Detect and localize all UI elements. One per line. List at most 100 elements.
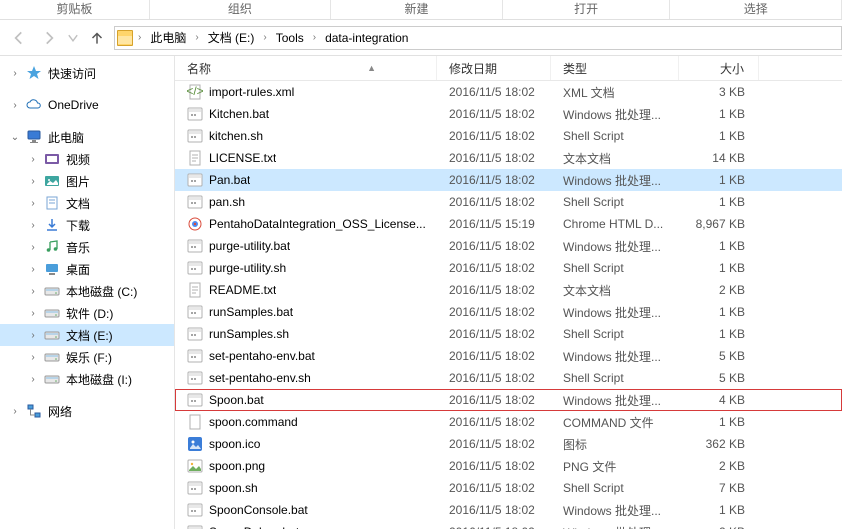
- nav-recent-dropdown[interactable]: [66, 25, 80, 51]
- file-row[interactable]: README.txt2016/11/5 18:02文本文档2 KB: [175, 279, 842, 301]
- sidebar-item-drive[interactable]: › 文档 (E:): [0, 324, 174, 346]
- chevron-right-icon[interactable]: ›: [135, 32, 144, 43]
- chevron-right-icon[interactable]: ›: [28, 242, 38, 253]
- xml-file-icon: [187, 84, 203, 100]
- sidebar-network[interactable]: › 网络: [0, 400, 174, 422]
- file-row[interactable]: spoon.png2016/11/5 18:02PNG 文件2 KB: [175, 455, 842, 477]
- ribbon-group-select: 选择: [744, 0, 768, 19]
- breadcrumb-bar[interactable]: › 此电脑 › 文档 (E:) › Tools › data-integrati…: [114, 26, 842, 50]
- chevron-right-icon[interactable]: ›: [260, 32, 269, 43]
- file-row[interactable]: set-pentaho-env.sh2016/11/5 18:02Shell S…: [175, 367, 842, 389]
- chevron-right-icon[interactable]: ›: [28, 330, 38, 341]
- file-name: purge-utility.bat: [209, 239, 290, 253]
- sidebar-item-music[interactable]: ›音乐: [0, 236, 174, 258]
- file-date: 2016/11/5 15:19: [437, 217, 551, 231]
- nav-back-button[interactable]: [6, 25, 32, 51]
- file-date: 2016/11/5 18:02: [437, 305, 551, 319]
- ribbon-group-open: 打开: [574, 0, 598, 19]
- file-row[interactable]: purge-utility.sh2016/11/5 18:02Shell Scr…: [175, 257, 842, 279]
- file-name: Pan.bat: [209, 173, 250, 187]
- chevron-right-icon[interactable]: ›: [10, 406, 20, 417]
- file-size: 1 KB: [679, 239, 759, 253]
- cloud-icon: [26, 97, 42, 113]
- file-row[interactable]: runSamples.bat2016/11/5 18:02Windows 批处理…: [175, 301, 842, 323]
- col-header-date[interactable]: 修改日期: [437, 56, 551, 80]
- sidebar-item-drive[interactable]: ›娱乐 (F:): [0, 346, 174, 368]
- file-row[interactable]: PentahoDataIntegration_OSS_License...201…: [175, 213, 842, 235]
- sidebar-item-video[interactable]: ›视频: [0, 148, 174, 170]
- bat-file-icon: [187, 238, 203, 254]
- file-row[interactable]: spoon.command2016/11/5 18:02COMMAND 文件1 …: [175, 411, 842, 433]
- sidebar-item-desktop[interactable]: › 桌面: [0, 258, 174, 280]
- file-size: 5 KB: [679, 371, 759, 385]
- chevron-right-icon[interactable]: ›: [28, 264, 38, 275]
- file-row[interactable]: purge-utility.bat2016/11/5 18:02Windows …: [175, 235, 842, 257]
- drive-icon: [44, 283, 60, 299]
- sidebar-item-label: 文档 (E:): [66, 327, 113, 344]
- file-row[interactable]: Spoon.bat2016/11/5 18:02Windows 批处理...4 …: [175, 389, 842, 411]
- address-bar: › 此电脑 › 文档 (E:) › Tools › data-integrati…: [0, 20, 842, 56]
- sidebar-item-documents[interactable]: ›文档: [0, 192, 174, 214]
- chevron-right-icon[interactable]: ›: [28, 154, 38, 165]
- pictures-icon: [44, 173, 60, 189]
- sidebar-this-pc[interactable]: ⌄ 此电脑: [0, 126, 174, 148]
- file-name: spoon.png: [209, 459, 265, 473]
- file-row[interactable]: set-pentaho-env.bat2016/11/5 18:02Window…: [175, 345, 842, 367]
- col-header-name[interactable]: 名称▲: [175, 56, 437, 80]
- breadcrumb-current[interactable]: data-integration: [321, 27, 412, 49]
- file-size: 4 KB: [679, 393, 759, 407]
- file-type: COMMAND 文件: [551, 414, 679, 431]
- breadcrumb-tools[interactable]: Tools: [272, 27, 308, 49]
- file-name: SpoonDebug.bat: [209, 525, 299, 529]
- col-header-size[interactable]: 大小: [679, 56, 759, 80]
- file-row[interactable]: SpoonDebug.bat2016/11/5 18:02Windows 批处理…: [175, 521, 842, 529]
- chevron-right-icon[interactable]: ›: [28, 374, 38, 385]
- sidebar-item-label: 桌面: [66, 261, 90, 278]
- chevron-right-icon[interactable]: ›: [28, 220, 38, 231]
- breadcrumb-pc[interactable]: 此电脑: [146, 27, 190, 49]
- sidebar-item-drive[interactable]: ›本地磁盘 (I:): [0, 368, 174, 390]
- sidebar-quick-access[interactable]: › 快速访问: [0, 62, 174, 84]
- file-name: runSamples.sh: [209, 327, 289, 341]
- folder-icon: [117, 30, 133, 46]
- file-date: 2016/11/5 18:02: [437, 129, 551, 143]
- bat-file-icon: [187, 172, 203, 188]
- sidebar-item-drive[interactable]: ›本地磁盘 (C:): [0, 280, 174, 302]
- chevron-right-icon[interactable]: ›: [192, 32, 201, 43]
- chevron-right-icon[interactable]: ›: [28, 176, 38, 187]
- file-row[interactable]: Pan.bat2016/11/5 18:02Windows 批处理...1 KB: [175, 169, 842, 191]
- file-date: 2016/11/5 18:02: [437, 459, 551, 473]
- chevron-right-icon[interactable]: ›: [10, 68, 20, 79]
- nav-up-button[interactable]: [84, 25, 110, 51]
- chevron-right-icon[interactable]: ›: [28, 286, 38, 297]
- sidebar-item-downloads[interactable]: ›下载: [0, 214, 174, 236]
- file-type: Shell Script: [551, 481, 679, 495]
- file-row[interactable]: spoon.ico2016/11/5 18:02图标362 KB: [175, 433, 842, 455]
- file-row[interactable]: import-rules.xml2016/11/5 18:02XML 文档3 K…: [175, 81, 842, 103]
- chevron-right-icon[interactable]: ›: [28, 198, 38, 209]
- chevron-right-icon[interactable]: ›: [10, 100, 20, 111]
- nav-forward-button[interactable]: [36, 25, 62, 51]
- chevron-right-icon[interactable]: ›: [28, 352, 38, 363]
- file-row[interactable]: spoon.sh2016/11/5 18:02Shell Script7 KB: [175, 477, 842, 499]
- sh-file-icon: [187, 128, 203, 144]
- file-date: 2016/11/5 18:02: [437, 85, 551, 99]
- sidebar-item-drive[interactable]: ›软件 (D:): [0, 302, 174, 324]
- file-row[interactable]: pan.sh2016/11/5 18:02Shell Script1 KB: [175, 191, 842, 213]
- chevron-right-icon[interactable]: ›: [28, 308, 38, 319]
- breadcrumb-drive[interactable]: 文档 (E:): [204, 27, 259, 49]
- sidebar-item-pictures[interactable]: ›图片: [0, 170, 174, 192]
- file-type: Shell Script: [551, 195, 679, 209]
- chevron-right-icon[interactable]: ›: [310, 32, 319, 43]
- sidebar-onedrive[interactable]: › OneDrive: [0, 94, 174, 116]
- file-row[interactable]: kitchen.sh2016/11/5 18:02Shell Script1 K…: [175, 125, 842, 147]
- file-row[interactable]: LICENSE.txt2016/11/5 18:02文本文档14 KB: [175, 147, 842, 169]
- file-row[interactable]: SpoonConsole.bat2016/11/5 18:02Windows 批…: [175, 499, 842, 521]
- chevron-down-icon[interactable]: ⌄: [10, 132, 20, 143]
- file-row[interactable]: Kitchen.bat2016/11/5 18:02Windows 批处理...…: [175, 103, 842, 125]
- col-header-type[interactable]: 类型: [551, 56, 679, 80]
- file-row[interactable]: runSamples.sh2016/11/5 18:02Shell Script…: [175, 323, 842, 345]
- ribbon-group-clipboard: 剪贴板: [56, 0, 92, 19]
- file-size: 1 KB: [679, 173, 759, 187]
- file-size: 1 KB: [679, 195, 759, 209]
